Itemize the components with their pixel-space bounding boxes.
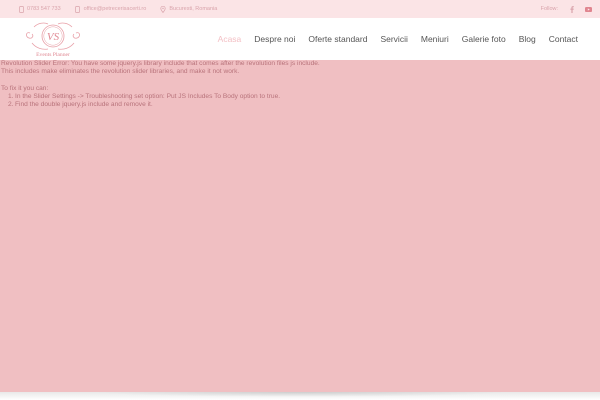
nav-item-contact[interactable]: Contact [549, 34, 578, 44]
error-fix-intro: To fix it you can: [1, 84, 49, 92]
youtube-icon[interactable] [585, 6, 592, 13]
step-number: 1. [8, 93, 14, 101]
logo-monogram: VS [47, 31, 60, 43]
phone-info[interactable]: 0783 547 733 [18, 5, 61, 13]
step-text: In the Slider Settings -> Troubleshootin… [15, 93, 281, 101]
nav-item-meniuri[interactable]: Meniuri [421, 34, 449, 44]
nav-item-oferte-standard[interactable]: Oferte standard [308, 34, 367, 44]
top-info-bar: 0783 547 733 office@petrecerisacerti.ro … [0, 0, 600, 18]
revolution-slider-area: Revolution Slider Error: You have some j… [0, 60, 600, 392]
phone-icon [18, 5, 24, 13]
phone-number: 0783 547 733 [27, 6, 61, 12]
main-navigation: Acasa Despre noi Oferte standard Servici… [218, 18, 600, 60]
location-info: Bucuresti, Romania [160, 5, 218, 13]
follow-label: Follow: [540, 6, 558, 12]
location-pin-icon [160, 5, 166, 13]
contact-info: 0783 547 733 office@petrecerisacerti.ro … [18, 5, 218, 13]
email-address: office@petrecerisacerti.ro [83, 6, 147, 12]
nav-item-blog[interactable]: Blog [519, 34, 536, 44]
nav-item-servicii[interactable]: Servicii [380, 34, 407, 44]
step-text: Find the double jquery.js include and re… [15, 101, 153, 109]
step-number: 2. [8, 101, 14, 109]
mobile-icon [75, 5, 81, 13]
social-links: Follow: [540, 5, 592, 13]
nav-item-galerie-foto[interactable]: Galerie foto [462, 34, 506, 44]
list-item: 2. Find the double jquery.js include and… [8, 101, 600, 109]
logo-tagline: Events Planner [36, 52, 70, 58]
facebook-icon[interactable] [568, 5, 575, 13]
site-header: VS Events Planner Acasa Despre noi Ofert… [0, 18, 600, 60]
slider-error-message: Revolution Slider Error: You have some j… [0, 60, 600, 110]
list-item: 1. In the Slider Settings -> Troubleshoo… [8, 93, 600, 101]
error-fix-steps: 1. In the Slider Settings -> Troubleshoo… [8, 93, 600, 110]
site-logo[interactable]: VS Events Planner [22, 19, 84, 59]
location-text: Bucuresti, Romania [169, 6, 218, 12]
error-line-2: This includes make eliminates the revolu… [1, 68, 240, 76]
nav-item-despre-noi[interactable]: Despre noi [254, 34, 295, 44]
email-info[interactable]: office@petrecerisacerti.ro [75, 5, 147, 13]
nav-item-acasa[interactable]: Acasa [218, 34, 242, 44]
slider-bottom-shadow [0, 392, 600, 400]
error-line-1: Revolution Slider Error: You have some j… [1, 60, 320, 67]
